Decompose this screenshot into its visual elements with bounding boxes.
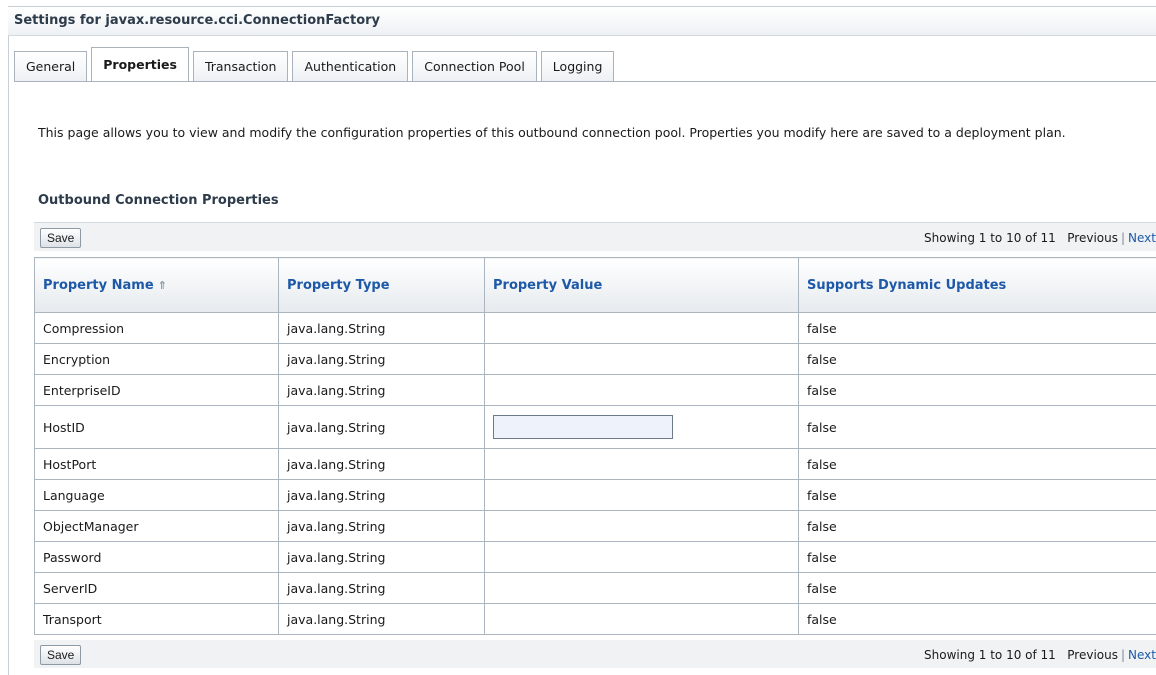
cell-property-name: ServerID [34, 572, 279, 604]
cell-property-type: java.lang.String [278, 510, 485, 542]
next-link[interactable]: Next [1128, 231, 1156, 245]
pagination-status: Showing 1 to 10 of 11 [924, 648, 1056, 662]
cell-property-name: Language [34, 479, 279, 511]
cell-property-name: HostID [34, 405, 279, 449]
table-header-row: Property Name ⇑ Property Type Property Va… [34, 257, 1156, 313]
cell-property-type: java.lang.String [278, 343, 485, 375]
cell-property-name: ObjectManager [34, 510, 279, 542]
page-description: This page allows you to view and modify … [38, 125, 1066, 140]
cell-property-name: Encryption [34, 343, 279, 375]
previous-link[interactable]: Previous [1067, 648, 1118, 662]
sort-ascending-icon[interactable]: ⇑ [158, 279, 167, 292]
next-link[interactable]: Next [1128, 648, 1156, 662]
tab-authentication[interactable]: Authentication [292, 51, 409, 81]
table-row: Compression java.lang.String false [34, 312, 1156, 344]
tab-bar: General Properties Transaction Authentic… [14, 47, 618, 81]
previous-link[interactable]: Previous [1067, 231, 1118, 245]
cell-property-value [484, 405, 799, 449]
cell-dynamic-updates: false [798, 374, 1156, 406]
cell-property-value[interactable] [484, 374, 799, 406]
tab-logging[interactable]: Logging [540, 51, 615, 81]
cell-property-type: java.lang.String [278, 603, 485, 635]
cell-property-value[interactable] [484, 312, 799, 344]
cell-dynamic-updates: false [798, 572, 1156, 604]
section-title: Outbound Connection Properties [38, 193, 279, 208]
pager-separator: | [1120, 648, 1126, 662]
pagination: Showing 1 to 10 of 11 Previous | Next [924, 231, 1156, 245]
cell-property-value[interactable] [484, 541, 799, 573]
cell-property-value[interactable] [484, 343, 799, 375]
tab-general[interactable]: General [14, 51, 88, 81]
property-value-input-hostid[interactable] [493, 415, 673, 439]
column-header-supports-dynamic-updates[interactable]: Supports Dynamic Updates [798, 257, 1156, 313]
cell-property-type: java.lang.String [278, 448, 485, 480]
table-row: EnterpriseID java.lang.String false [34, 374, 1156, 406]
cell-property-value[interactable] [484, 448, 799, 480]
table-row: Language java.lang.String false [34, 479, 1156, 511]
cell-property-type: java.lang.String [278, 405, 485, 449]
save-button[interactable]: Save [40, 228, 82, 248]
table-row: ServerID java.lang.String false [34, 572, 1156, 604]
table-toolbar-bottom: Save Showing 1 to 10 of 11 Previous | Next [34, 640, 1156, 668]
cell-property-type: java.lang.String [278, 541, 485, 573]
cell-dynamic-updates: false [798, 448, 1156, 480]
table-toolbar-top: Save Showing 1 to 10 of 11 Previous | Next [34, 222, 1156, 251]
cell-dynamic-updates: false [798, 312, 1156, 344]
table-row: Encryption java.lang.String false [34, 343, 1156, 375]
column-header-label: Property Name [43, 277, 154, 293]
cell-property-value[interactable] [484, 603, 799, 635]
cell-property-type: java.lang.String [278, 572, 485, 604]
cell-dynamic-updates: false [798, 479, 1156, 511]
table-row: Password java.lang.String false [34, 541, 1156, 573]
properties-table: Property Name ⇑ Property Type Property Va… [34, 257, 1156, 635]
table-row: HostPort java.lang.String false [34, 448, 1156, 480]
tab-properties[interactable]: Properties [91, 47, 189, 81]
pagination-bottom: Showing 1 to 10 of 11 Previous | Next [924, 648, 1156, 662]
save-button-bottom[interactable]: Save [40, 645, 82, 665]
column-header-label: Property Type [287, 277, 390, 293]
tab-connection-pool[interactable]: Connection Pool [412, 51, 537, 81]
cell-property-type: java.lang.String [278, 374, 485, 406]
cell-dynamic-updates: false [798, 405, 1156, 449]
column-header-label: Supports Dynamic Updates [807, 277, 1007, 293]
tab-transaction[interactable]: Transaction [192, 51, 289, 81]
cell-property-name: EnterpriseID [34, 374, 279, 406]
table-row: ObjectManager java.lang.String false [34, 510, 1156, 542]
column-header-property-name[interactable]: Property Name ⇑ [34, 257, 279, 313]
cell-property-name: HostPort [34, 448, 279, 480]
cell-property-name: Compression [34, 312, 279, 344]
cell-dynamic-updates: false [798, 603, 1156, 635]
settings-title-bar: Settings for javax.resource.cci.Connecti… [8, 6, 1156, 36]
frame-border [8, 6, 9, 675]
cell-property-value[interactable] [484, 479, 799, 511]
cell-property-name: Password [34, 541, 279, 573]
column-header-property-value[interactable]: Property Value [484, 257, 799, 313]
cell-property-value[interactable] [484, 572, 799, 604]
column-header-label: Property Value [493, 277, 603, 293]
cell-dynamic-updates: false [798, 541, 1156, 573]
table-row: HostID java.lang.String false [34, 405, 1156, 449]
cell-dynamic-updates: false [798, 343, 1156, 375]
cell-property-type: java.lang.String [278, 479, 485, 511]
pager-separator: | [1120, 231, 1126, 245]
cell-property-value[interactable] [484, 510, 799, 542]
cell-dynamic-updates: false [798, 510, 1156, 542]
pagination-status: Showing 1 to 10 of 11 [924, 231, 1056, 245]
tab-divider [14, 81, 1156, 82]
cell-property-name: Transport [34, 603, 279, 635]
table-row: Transport java.lang.String false [34, 603, 1156, 635]
column-header-property-type[interactable]: Property Type [278, 257, 485, 313]
cell-property-type: java.lang.String [278, 312, 485, 344]
page-title: Settings for javax.resource.cci.Connecti… [14, 13, 381, 28]
